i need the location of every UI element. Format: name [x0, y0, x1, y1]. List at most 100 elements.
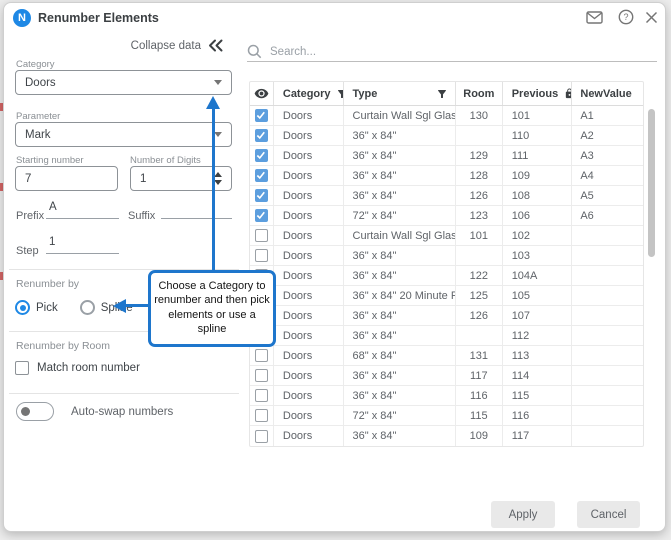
table-row: DoorsCurtain Wall Sgl Glass101102 — [250, 226, 643, 246]
table-row: Doors36" x 84"110A2 — [250, 126, 643, 146]
table-scrollbar[interactable] — [648, 109, 655, 257]
search-field[interactable]: Search... — [247, 42, 657, 61]
row-select-checkbox[interactable] — [255, 169, 268, 182]
auto-swap-row: Auto-swap numbers — [16, 402, 173, 421]
category-select[interactable]: Doors — [15, 70, 232, 95]
cell-type: 36" x 84" — [344, 386, 456, 405]
row-select-checkbox[interactable] — [255, 109, 268, 122]
radio-spline[interactable] — [80, 300, 95, 315]
match-room-checkbox[interactable] — [15, 361, 29, 375]
cell-newvalue[interactable]: A5 — [572, 186, 643, 205]
apply-button[interactable]: Apply — [491, 501, 555, 528]
starting-number-input[interactable]: 7 — [15, 166, 118, 191]
row-select-checkbox[interactable] — [255, 389, 268, 402]
filter-icon[interactable] — [336, 88, 344, 100]
step-label: Step — [16, 245, 39, 257]
row-select-checkbox[interactable] — [255, 129, 268, 142]
collapse-data-control[interactable]: Collapse data — [4, 39, 223, 52]
cell-newvalue[interactable] — [572, 426, 643, 446]
search-underline — [247, 61, 657, 62]
match-room-label[interactable]: Match room number — [37, 362, 140, 374]
cancel-button[interactable]: Cancel — [577, 501, 640, 528]
cell-newvalue[interactable]: A4 — [572, 166, 643, 185]
elements-table: Category Type Room Previous — [249, 81, 644, 447]
cell-newvalue[interactable]: A2 — [572, 126, 643, 145]
help-icon[interactable]: ? — [617, 8, 635, 26]
row-select-checkbox[interactable] — [255, 430, 268, 443]
cell-newvalue[interactable] — [572, 226, 643, 245]
stepper-down-icon[interactable] — [214, 180, 222, 185]
row-select-checkbox[interactable] — [255, 209, 268, 222]
cell-newvalue[interactable] — [572, 246, 643, 265]
cell-newvalue[interactable]: A6 — [572, 206, 643, 225]
cell-newvalue[interactable] — [572, 366, 643, 385]
auto-swap-toggle[interactable] — [16, 402, 54, 421]
lock-icon — [564, 87, 572, 100]
cell-category: Doors — [274, 366, 344, 385]
cell-type: 72" x 84" — [344, 406, 456, 425]
renumber-elements-dialog: N Renumber Elements ? Collapse data Cate… — [3, 2, 666, 532]
radio-pick[interactable] — [15, 300, 30, 315]
row-select-checkbox[interactable] — [255, 229, 268, 242]
number-of-digits-stepper[interactable]: 1 — [130, 166, 232, 191]
table-body: DoorsCurtain Wall Sgl Glass130101A1Doors… — [250, 106, 643, 446]
type-column-header[interactable]: Type — [344, 82, 456, 105]
row-select-checkbox[interactable] — [255, 249, 268, 262]
stepper-up-icon[interactable] — [214, 172, 222, 177]
cell-newvalue[interactable] — [572, 406, 643, 425]
prefix-input[interactable]: A — [46, 198, 119, 219]
category-column-label: Category — [283, 88, 331, 100]
table-row: Doors72" x 84"115116 — [250, 406, 643, 426]
row-select-checkbox[interactable] — [255, 149, 268, 162]
cell-category: Doors — [274, 406, 344, 425]
row-select-checkbox[interactable] — [255, 349, 268, 362]
row-select-checkbox[interactable] — [255, 369, 268, 382]
callout-connector-vertical — [212, 108, 215, 271]
collapse-data-label: Collapse data — [131, 40, 201, 52]
step-input[interactable]: 1 — [46, 233, 119, 254]
cell-previous: 114 — [503, 366, 573, 385]
cell-newvalue[interactable]: A1 — [572, 106, 643, 125]
cell-previous: 108 — [503, 186, 573, 205]
radio-pick-label[interactable]: Pick — [36, 302, 58, 314]
room-column-header[interactable]: Room — [456, 82, 503, 105]
cell-newvalue[interactable] — [572, 346, 643, 365]
stepper-arrows[interactable] — [214, 172, 222, 185]
newvalue-column-header[interactable]: NewValue — [572, 82, 643, 105]
cell-newvalue[interactable] — [572, 266, 643, 285]
cell-category: Doors — [274, 426, 344, 446]
app-logo: N — [13, 9, 31, 27]
mail-icon[interactable] — [585, 8, 603, 26]
parameter-select[interactable]: Mark — [15, 122, 232, 147]
visibility-column-header[interactable] — [250, 82, 274, 105]
cell-room: 128 — [456, 166, 503, 185]
category-column-header[interactable]: Category — [274, 82, 344, 105]
close-icon[interactable] — [642, 8, 660, 26]
cell-room: 123 — [456, 206, 503, 225]
suffix-input[interactable] — [161, 198, 232, 219]
cell-newvalue[interactable] — [572, 286, 643, 305]
row-select-checkbox[interactable] — [255, 409, 268, 422]
cell-type: 36" x 84" — [344, 306, 456, 325]
cell-type: 36" x 84" — [344, 246, 456, 265]
filter-icon[interactable] — [436, 88, 448, 100]
cell-category: Doors — [274, 286, 344, 305]
cell-newvalue[interactable] — [572, 326, 643, 345]
cell-type: 36" x 84" — [344, 186, 456, 205]
cell-previous: 110 — [503, 126, 573, 145]
table-row: Doors36" x 84"117114 — [250, 366, 643, 386]
cell-newvalue[interactable] — [572, 386, 643, 405]
cell-category: Doors — [274, 126, 344, 145]
cell-room — [456, 326, 503, 345]
cell-type: 68" x 84" — [344, 346, 456, 365]
cell-newvalue[interactable]: A3 — [572, 146, 643, 165]
cell-previous: 101 — [503, 106, 573, 125]
previous-column-header[interactable]: Previous — [503, 82, 573, 105]
room-column-label: Room — [463, 88, 494, 100]
cell-previous: 102 — [503, 226, 573, 245]
cell-type: 36" x 84" 20 Minute Rated — [344, 286, 456, 305]
table-row: Doors36" x 84"122104A — [250, 266, 643, 286]
row-select-checkbox[interactable] — [255, 189, 268, 202]
svg-text:?: ? — [623, 12, 628, 22]
cell-newvalue[interactable] — [572, 306, 643, 325]
